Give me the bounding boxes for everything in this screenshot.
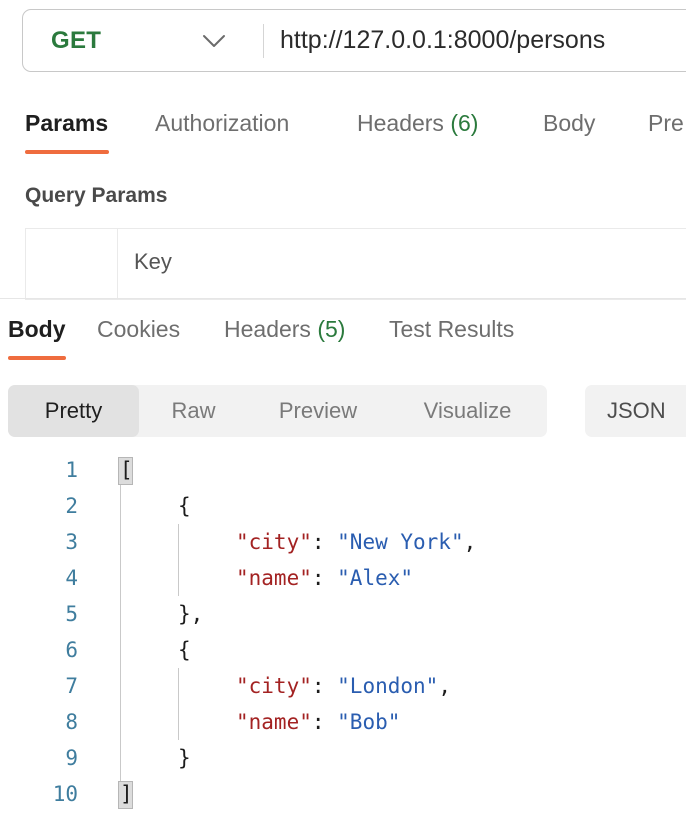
request-tabs: Params Authorization Headers (6) Body Pre — [0, 110, 686, 158]
line-number: 9 — [65, 746, 78, 770]
code-line[interactable]: "city": "London", — [236, 668, 451, 704]
url-bar-divider — [263, 24, 264, 58]
format-tab-pretty[interactable]: Pretty — [8, 385, 139, 437]
json-punctuation: } — [178, 602, 191, 626]
url-input[interactable]: http://127.0.0.1:8000/persons — [280, 26, 605, 55]
json-key: "city" — [236, 674, 312, 698]
request-tab-params[interactable]: Params — [25, 110, 108, 137]
request-tab-pre[interactable]: Pre — [648, 110, 684, 137]
json-string-value: "London" — [337, 674, 439, 698]
tab-count-badge: (5) — [310, 316, 346, 342]
request-tab-headers[interactable]: Headers (6) — [357, 110, 478, 137]
tab-label: Headers — [357, 110, 444, 136]
line-number: 7 — [65, 674, 78, 698]
code-line[interactable]: ] — [120, 776, 133, 812]
tab-label: Headers — [224, 316, 311, 342]
json-key: "city" — [236, 530, 312, 554]
chevron-down-icon[interactable] — [201, 32, 227, 50]
json-punctuation: : — [311, 710, 338, 734]
tab-label: Body — [8, 316, 66, 342]
response-tabs: Body Cookies Headers (5) Test Results — [0, 316, 686, 362]
indent-guide-outer — [120, 468, 121, 796]
json-punctuation: [ — [120, 458, 133, 482]
line-number: 10 — [52, 782, 78, 806]
content-type-selector[interactable]: JSON — [585, 385, 686, 437]
query-params-title: Query Params — [25, 184, 168, 207]
code-line[interactable]: { — [178, 632, 191, 668]
editor-code-area[interactable]: [{"city": "New York", "name": "Alex"},{"c… — [96, 450, 686, 836]
json-punctuation: : — [311, 566, 338, 590]
url-bar[interactable]: GET http://127.0.0.1:8000/persons — [22, 9, 686, 72]
line-number: 3 — [65, 530, 78, 554]
tab-label: Cookies — [97, 316, 181, 342]
pane-split-divider[interactable] — [0, 298, 686, 299]
tab-label: Test Results — [389, 316, 515, 342]
line-number: 6 — [65, 638, 78, 662]
query-params-table: Key — [25, 228, 686, 300]
tab-label: Pre — [648, 110, 684, 136]
response-tab-body[interactable]: Body — [8, 316, 66, 343]
line-number: 2 — [65, 494, 78, 518]
line-number: 5 — [65, 602, 78, 626]
query-params-check-column[interactable] — [26, 229, 118, 300]
code-line[interactable]: "city": "New York", — [236, 524, 476, 560]
json-string-value: "New York" — [337, 530, 464, 554]
code-line[interactable]: [ — [120, 452, 133, 488]
json-string-value: "Bob" — [337, 710, 401, 734]
response-tab-cookies[interactable]: Cookies — [97, 316, 180, 343]
editor-line-number-gutter: 1 2 3 4 5 6 7 8 9 10 — [0, 450, 96, 836]
tab-label: Body — [543, 110, 596, 136]
json-punctuation: : — [311, 530, 338, 554]
active-tab-underline — [8, 356, 66, 360]
code-line[interactable]: "name": "Alex" — [236, 560, 413, 596]
json-punctuation: } — [178, 746, 191, 770]
json-punctuation: , — [190, 602, 204, 626]
json-key: "name" — [236, 710, 312, 734]
tab-label: Params — [25, 110, 109, 136]
json-punctuation: , — [463, 530, 477, 554]
code-line[interactable]: { — [178, 488, 191, 524]
tab-count-badge: (6) — [443, 110, 479, 136]
json-punctuation: { — [178, 494, 191, 518]
json-punctuation: { — [178, 638, 191, 662]
column-header-key: Key — [134, 249, 172, 274]
json-punctuation: , — [438, 674, 451, 698]
json-punctuation: ] — [120, 782, 133, 806]
response-tab-test-results[interactable]: Test Results — [389, 316, 514, 343]
line-number: 1 — [65, 458, 78, 482]
tab-label: Authorization — [155, 110, 290, 136]
indent-guide-inner-1 — [178, 524, 179, 596]
response-format-toggle: Pretty Raw Preview Visualize — [8, 385, 547, 437]
code-line[interactable]: "name": "Bob" — [236, 704, 400, 740]
request-tab-body[interactable]: Body — [543, 110, 595, 137]
request-tab-authorization[interactable]: Authorization — [155, 110, 289, 137]
response-body-editor[interactable]: 1 2 3 4 5 6 7 8 9 10 [{"city": "New York", "name":… — [0, 450, 686, 836]
response-tab-headers[interactable]: Headers (5) — [224, 316, 345, 343]
format-tab-preview[interactable]: Preview — [248, 385, 388, 437]
json-string-value: "Alex" — [337, 566, 414, 590]
line-number: 8 — [65, 710, 78, 734]
indent-guide-inner-2 — [178, 668, 179, 740]
format-tab-visualize[interactable]: Visualize — [388, 385, 547, 437]
json-punctuation: : — [311, 674, 338, 698]
code-line[interactable]: } — [178, 740, 191, 776]
line-number: 4 — [65, 566, 78, 590]
format-tab-raw[interactable]: Raw — [139, 385, 248, 437]
query-params-key-column[interactable]: Key — [118, 229, 686, 300]
code-line[interactable]: }, — [178, 596, 203, 632]
http-method-label[interactable]: GET — [51, 27, 101, 55]
json-key: "name" — [236, 566, 312, 590]
active-tab-underline — [25, 150, 109, 154]
